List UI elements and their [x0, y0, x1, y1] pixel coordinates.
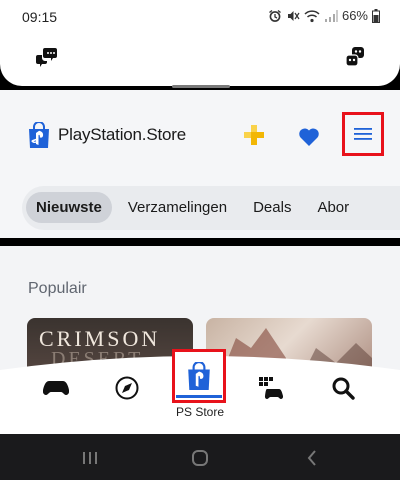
signal-icon — [324, 9, 338, 22]
wifi-icon — [304, 9, 320, 22]
battery-icon — [372, 8, 380, 23]
status-icons: 66% — [268, 8, 380, 23]
bottom-navigation: PS Store — [0, 349, 400, 434]
menu-icon — [354, 128, 372, 140]
home-icon[interactable] — [190, 448, 210, 468]
game-base-icon — [259, 377, 283, 399]
mute-icon — [287, 10, 300, 21]
nav-game-base[interactable] — [255, 372, 287, 404]
store-header-area: PlayStation.Store Nieuwste Verzamelingen… — [0, 85, 400, 238]
nav-games[interactable] — [40, 372, 72, 404]
back-icon[interactable] — [302, 448, 322, 468]
tab-abonnementen[interactable]: Abor — [307, 192, 359, 223]
nav-active-label: PS Store — [175, 405, 225, 419]
tab-nieuwste[interactable]: Nieuwste — [26, 192, 112, 223]
store-title: PlayStation.Store — [58, 125, 186, 144]
top-panel: 09:15 66% — [0, 0, 400, 86]
nav-explore[interactable] — [111, 372, 143, 404]
heart-icon[interactable] — [298, 126, 320, 148]
drag-handle[interactable] — [172, 85, 230, 88]
games-icon — [43, 381, 69, 395]
explore-icon — [115, 376, 139, 400]
tab-verzamelingen[interactable]: Verzamelingen — [118, 192, 237, 223]
ps-store-icon — [188, 362, 210, 390]
nav-search[interactable] — [327, 372, 359, 404]
party-icon[interactable] — [344, 46, 366, 68]
status-bar: 09:15 66% — [0, 0, 400, 32]
status-time: 09:15 — [22, 9, 58, 25]
divider — [0, 238, 400, 246]
system-navigation-bar — [0, 434, 400, 480]
tab-deals[interactable]: Deals — [243, 192, 301, 223]
battery-percent: 66% — [341, 8, 368, 23]
playstation-plus-icon[interactable] — [243, 124, 265, 146]
section-title: Populair — [28, 280, 87, 297]
ps-store-bag-icon — [29, 122, 49, 148]
category-tabs: Nieuwste Verzamelingen Deals Abor — [22, 186, 400, 230]
chat-bubbles-icon[interactable] — [36, 46, 58, 68]
active-indicator — [176, 395, 222, 398]
alarm-icon — [269, 9, 281, 22]
recent-apps-icon[interactable] — [80, 448, 100, 468]
menu-button[interactable] — [342, 112, 384, 156]
store-logo[interactable]: PlayStation.Store — [28, 122, 186, 148]
search-icon — [332, 377, 355, 400]
